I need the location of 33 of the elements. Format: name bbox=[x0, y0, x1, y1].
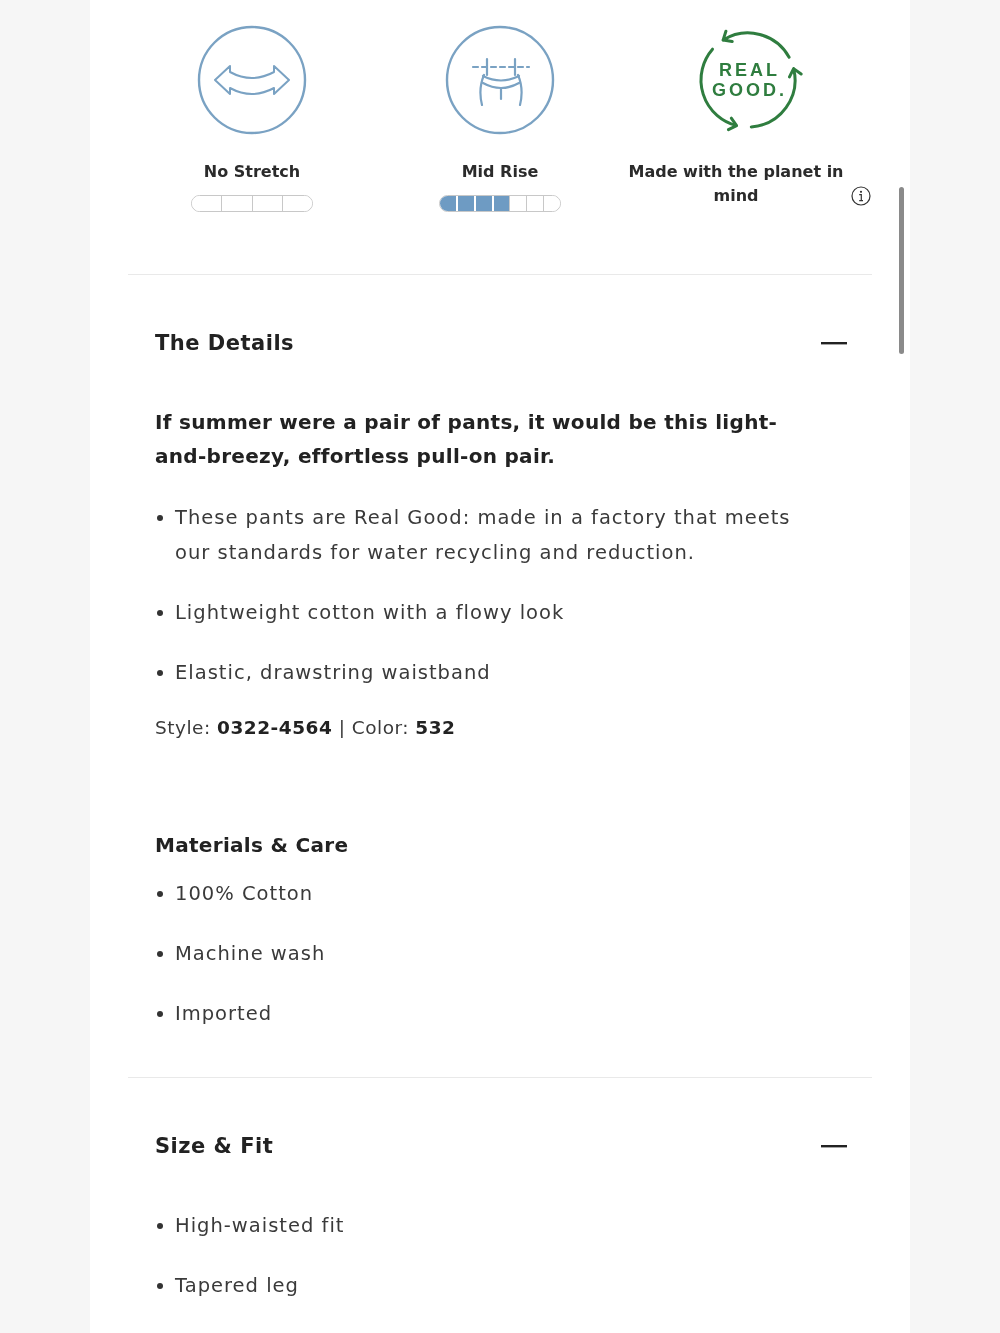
subsection-heading: Materials & Care bbox=[155, 832, 349, 859]
bullet-icon bbox=[157, 610, 163, 616]
collapse-button[interactable] bbox=[821, 1144, 847, 1148]
lead-paragraph: If summer were a pair of pants, it would be this light-and-breezy, effortless pull-on pair. bbox=[155, 409, 779, 470]
bullet-text: Tapered leg bbox=[175, 1273, 299, 1299]
minus-icon bbox=[821, 1144, 847, 1148]
collapse-button[interactable] bbox=[821, 341, 847, 345]
bullet-text: Imported bbox=[175, 1001, 273, 1027]
waist-rise-icon bbox=[445, 25, 555, 135]
style-color-text: Style: 0322-4564 | Color: 532 bbox=[155, 716, 456, 740]
minus-icon bbox=[821, 341, 847, 345]
logo-text: REAL bbox=[719, 60, 780, 80]
bullet-text: Elastic, drawstring waistband bbox=[175, 660, 491, 686]
stretch-arrows-icon bbox=[197, 25, 307, 135]
logo-text: GOOD. bbox=[712, 80, 787, 100]
bullet-icon bbox=[157, 891, 163, 897]
bullet-text: These pants are Real Good: made in a factory that meets our standards for water recycling and reduction. bbox=[175, 505, 792, 566]
feature-label: Mid Rise bbox=[461, 161, 539, 183]
bullet-icon bbox=[157, 670, 163, 676]
bullet-icon bbox=[157, 515, 163, 521]
section-heading: Size & Fit bbox=[155, 1133, 274, 1160]
bullet-text: High-waisted fit bbox=[175, 1213, 345, 1239]
bullet-icon bbox=[157, 951, 163, 957]
bullet-icon bbox=[157, 1011, 163, 1017]
info-icon[interactable] bbox=[851, 186, 871, 206]
bullet-text: Lightweight cotton with a flowy look bbox=[175, 600, 565, 626]
section-heading: The Details bbox=[155, 330, 295, 357]
bullet-icon bbox=[157, 1223, 163, 1229]
bullet-text: 100% Cotton bbox=[175, 881, 314, 907]
feature-label: No Stretch bbox=[203, 161, 301, 183]
bullet-text: Machine wash bbox=[175, 941, 326, 967]
feature-label: Made with the planet in mind bbox=[627, 161, 845, 207]
bullet-icon bbox=[157, 1283, 163, 1289]
